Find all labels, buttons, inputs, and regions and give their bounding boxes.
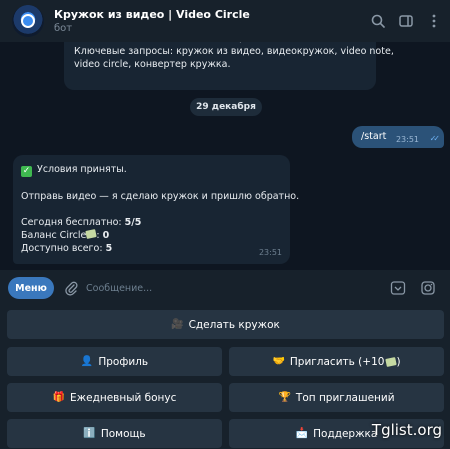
- gift-icon: 🎁: [52, 392, 66, 403]
- more-options-icon[interactable]: [426, 13, 442, 29]
- inbox-icon: 📩: [295, 428, 309, 439]
- film-camera-icon: 🎥: [171, 319, 184, 330]
- free-today-label: Сегодня бесплатно:: [21, 217, 125, 228]
- header-text: Кружок из видео | Video Circle бот: [54, 8, 250, 34]
- help-label: Помощь: [100, 427, 146, 440]
- support-label: Поддержка: [313, 427, 378, 440]
- top-invites-button[interactable]: 🏆 Топ приглашений: [229, 383, 444, 412]
- date-separator: 29 декабря: [190, 98, 262, 116]
- chat-subtitle: бот: [54, 23, 73, 34]
- help-button[interactable]: ℹ️ Помощь: [7, 419, 222, 448]
- total-available-line: Доступно всего: 5: [21, 242, 290, 255]
- message-time: 23:51: [258, 248, 282, 257]
- instruction-text: Отправь видео — я сделаю кружок и пришлю…: [21, 191, 300, 202]
- message-line: video circle, конвертер кружка.: [74, 59, 231, 70]
- header-actions: [370, 0, 442, 42]
- make-circle-label: Сделать кружок: [188, 318, 280, 331]
- message-time: 23:51: [395, 135, 419, 144]
- video-message-icon[interactable]: [420, 280, 436, 296]
- profile-label: Профиль: [98, 355, 149, 368]
- sidebar-toggle-icon[interactable]: [398, 13, 414, 29]
- total-available-value: 5: [105, 243, 113, 254]
- free-today-value: 5/5: [124, 217, 142, 228]
- invite-suffix: ): [396, 355, 401, 368]
- message-input[interactable]: Сообщение...: [86, 283, 390, 294]
- message-input-bar: Меню Сообщение...: [0, 270, 450, 306]
- accepted-text: Условия приняты.: [37, 164, 127, 175]
- chat-title: Кружок из видео | Video Circle: [54, 8, 250, 21]
- make-circle-button[interactable]: 🎥 Сделать кружок: [7, 310, 444, 339]
- balance-label: Баланс Circle: [21, 230, 87, 241]
- outgoing-message-text: /start: [361, 131, 387, 142]
- daily-bonus-label: Ежедневный бонус: [70, 391, 177, 404]
- message-line: ✓ Условия приняты.: [21, 163, 290, 177]
- message-line: Ключевые запросы: кружок из видео, видео…: [74, 46, 394, 57]
- chat-header[interactable]: Кружок из видео | Video Circle бот: [0, 0, 450, 42]
- handshake-icon: 🤝: [272, 356, 285, 367]
- read-checkmarks-icon: ✓✓: [429, 134, 441, 143]
- balance-value: 0: [102, 230, 110, 241]
- bot-keyboard-icon[interactable]: [390, 280, 406, 296]
- user-icon: 👤: [80, 356, 94, 367]
- free-today-line: Сегодня бесплатно: 5/5: [21, 216, 290, 229]
- money-icon: [85, 229, 98, 239]
- profile-button[interactable]: 👤 Профиль: [7, 347, 222, 376]
- top-invites-label: Топ приглашений: [295, 391, 395, 404]
- info-icon: ℹ️: [83, 428, 96, 439]
- money-icon: [385, 356, 398, 367]
- watermark: Tglist.org: [371, 421, 442, 439]
- invite-label: Пригласить (+10: [289, 355, 385, 368]
- trophy-icon: 🏆: [278, 392, 291, 403]
- check-mark-icon: ✓: [21, 166, 32, 177]
- total-available-label: Доступно всего:: [21, 243, 106, 254]
- balance-line: Баланс Circle: 0: [21, 229, 110, 241]
- bot-avatar[interactable]: [12, 5, 44, 37]
- invite-button[interactable]: 🤝 Пригласить (+10): [229, 347, 444, 376]
- daily-bonus-button[interactable]: 🎁 Ежедневный бонус: [7, 383, 222, 412]
- incoming-message-bubble: ✓ Условия приняты. Отправь видео — я сде…: [13, 155, 300, 264]
- outgoing-message-bubble: /start 23:51 ✓✓: [352, 126, 444, 148]
- attach-icon[interactable]: [64, 280, 78, 296]
- avatar-logo-icon: [21, 14, 35, 28]
- search-icon[interactable]: [370, 13, 386, 29]
- menu-button[interactable]: Меню: [8, 277, 54, 299]
